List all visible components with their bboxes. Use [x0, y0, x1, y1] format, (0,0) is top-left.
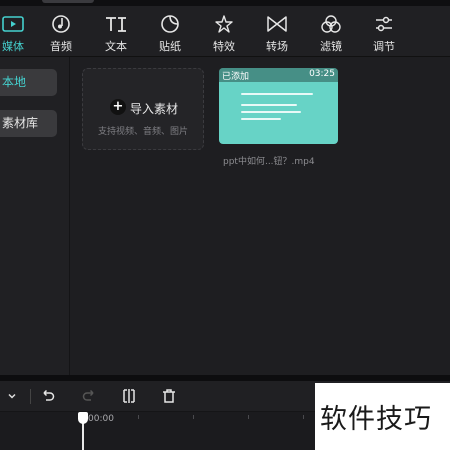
tool-effects-label: 特效 [213, 40, 235, 53]
tool-media[interactable]: 媒体 [0, 6, 38, 56]
ruler-tick [193, 415, 194, 419]
tool-audio[interactable]: 音频 [36, 6, 86, 56]
ruler-tick [303, 415, 304, 419]
tool-sticker-label: 贴纸 [159, 40, 181, 53]
redo-icon[interactable] [79, 386, 99, 406]
watermark-text: 软件技巧 [320, 404, 432, 435]
split-icon[interactable] [119, 386, 139, 406]
tool-adjust[interactable]: 调节 [359, 6, 409, 56]
text-icon [105, 14, 127, 34]
thumb-text-line [241, 104, 297, 106]
timeline-timecode: 00:00 [88, 414, 114, 424]
media-sidebar: 本地 素材库 [0, 57, 70, 375]
clip-filename: ppt中如何...钮？.mp4 [223, 157, 315, 167]
top-pill [42, 0, 94, 3]
tool-effects[interactable]: 特效 [199, 6, 249, 56]
chevron-down-icon[interactable] [2, 386, 22, 406]
transition-icon [266, 14, 288, 34]
thumb-text-line [241, 111, 301, 113]
sticker-icon [159, 14, 181, 34]
filter-icon [320, 14, 342, 34]
main-toolbar: 媒体 音频 文本 贴纸 特效 转场 滤镜 调节 [0, 6, 450, 57]
music-icon [50, 14, 72, 34]
tool-audio-label: 音频 [50, 40, 72, 53]
tool-filter-label: 滤镜 [320, 40, 342, 53]
effects-icon [213, 14, 235, 34]
import-subtitle: 支持视频、音频、图片 [97, 127, 188, 137]
tool-media-label: 媒体 [2, 40, 24, 53]
thumb-text-line [241, 93, 313, 95]
tool-text-label: 文本 [105, 40, 127, 53]
tool-transition[interactable]: 转场 [252, 6, 302, 56]
tool-text[interactable]: 文本 [91, 6, 141, 56]
ruler-tick [248, 415, 249, 419]
ruler-tick [138, 415, 139, 419]
adjust-icon [373, 14, 395, 34]
clip-added-badge: 已添加 [222, 72, 250, 82]
media-panel: + 导入素材 支持视频、音频、图片 已添加 03:25 ppt中如何...钮？.… [70, 57, 450, 375]
undo-icon[interactable] [38, 386, 58, 406]
import-title: 导入素材 [130, 102, 179, 116]
sidebar-item-local[interactable]: 本地 [0, 69, 57, 96]
thumb-text-line [241, 118, 281, 120]
clip-duration: 03:25 [309, 69, 335, 79]
import-media-button[interactable]: + 导入素材 支持视频、音频、图片 [82, 68, 204, 150]
media-clip-thumbnail[interactable]: 已添加 03:25 [219, 68, 338, 144]
playhead[interactable] [78, 412, 88, 450]
tool-adjust-label: 调节 [373, 40, 395, 53]
tool-sticker[interactable]: 贴纸 [145, 6, 195, 56]
plus-icon: + [110, 99, 126, 115]
tool-filter[interactable]: 滤镜 [306, 6, 356, 56]
delete-icon[interactable] [159, 386, 179, 406]
tool-transition-label: 转场 [266, 40, 288, 53]
watermark-overlay: 软件技巧 [315, 383, 450, 450]
toolbar-separator [30, 389, 31, 404]
sidebar-item-library[interactable]: 素材库 [0, 110, 57, 137]
media-icon [2, 14, 24, 34]
playhead-handle[interactable] [78, 412, 88, 424]
